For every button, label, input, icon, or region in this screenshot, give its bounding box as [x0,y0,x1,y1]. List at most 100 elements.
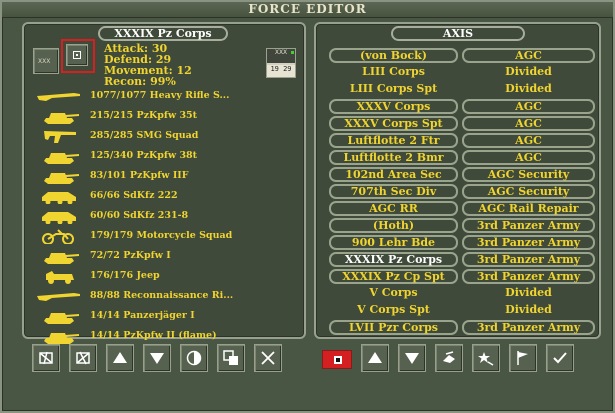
formation-row[interactable]: Luftflotte 2 Ftr AGC [325,132,599,149]
unit-type-button[interactable]: XXX [33,48,59,74]
formation-name[interactable]: XXXV Corps Spt [329,116,458,131]
formation-name[interactable]: (von Bock) [329,48,458,63]
unit-row[interactable]: 179/179 Motorcycle Squad [34,226,306,246]
formation-row[interactable]: (von Bock) AGC [325,47,599,64]
close-button[interactable] [254,344,282,372]
copy-icon [223,350,238,365]
split-unit-button[interactable] [32,344,60,372]
formation-move-up-button[interactable] [361,344,389,372]
formation-parent[interactable]: AGC Security [462,184,595,199]
move-up-button[interactable] [106,344,134,372]
formation-row[interactable]: XXXV Corps AGC [325,98,599,115]
unit-row[interactable]: 14/14 PzKpfw II (flame) [34,326,306,346]
window-title: FORCE EDITOR [2,2,613,18]
formation-name[interactable]: XXXV Corps [329,99,458,114]
formation-row[interactable]: 707th Sec Div AGC Security [325,183,599,200]
formation-name[interactable]: XXXIX Pz Corps [329,252,458,267]
formation-name[interactable]: LVII Pzr Corps [329,320,458,335]
armored-car-icon [42,192,76,204]
formation-row[interactable]: 900 Lehr Bde 3rd Panzer Army [325,234,599,251]
tank-icon [44,313,79,324]
formation-parent[interactable]: Divided [462,286,595,301]
formation-name[interactable]: LIII Corps [329,65,458,80]
formation-name[interactable]: LIII Corps Spt [329,82,458,97]
formation-row[interactable]: Luftflotte 2 Bmr AGC [325,149,599,166]
unit-label: 125/340 PzKpfw 38t [90,150,198,161]
move-down-button[interactable] [143,344,171,372]
unit-row[interactable]: 83/101 PzKpfw IIF [34,166,306,186]
formation-row[interactable]: LIII Corps Divided [325,64,599,81]
formation-name[interactable]: (Hoth) [329,218,458,233]
formation-parent[interactable]: 3rd Panzer Army [462,269,595,284]
jeep-icon [46,271,74,284]
unit-row[interactable]: 176/176 Jeep [34,266,306,286]
unit-row[interactable]: 72/72 PzKpfw I [34,246,306,266]
formation-name[interactable]: V Corps Spt [329,303,458,318]
formation-row[interactable]: LIII Corps Spt Divided [325,81,599,98]
formation-name[interactable]: AGC RR [329,201,458,216]
formation-name[interactable]: 102nd Area Sec [329,167,458,182]
hq-flag-button[interactable] [509,344,537,372]
rifle-icon [37,293,80,301]
motorcycle-icon [42,229,74,244]
formation-row[interactable]: AGC RR AGC Rail Repair [325,200,599,217]
formation-row[interactable]: (Hoth) 3rd Panzer Army [325,217,599,234]
formation-parent[interactable]: 3rd Panzer Army [462,252,595,267]
formation-row[interactable]: XXXIX Pz Cp Spt 3rd Panzer Army [325,268,599,285]
merge-unit-button[interactable] [69,344,97,372]
formation-parent[interactable]: Divided [462,303,595,318]
formation-parent[interactable]: AGC Rail Repair [462,201,595,216]
formation-parent[interactable]: AGC [462,48,595,63]
unit-label: 179/179 Motorcycle Squad [90,230,233,241]
unit-row[interactable]: 285/285 SMG Squad [34,126,306,146]
formation-name[interactable]: Luftflotte 2 Ftr [329,133,458,148]
move-down-icon [405,353,419,364]
formation-name[interactable]: 707th Sec Div [329,184,458,199]
formation-name[interactable]: V Corps [329,286,458,301]
formation-parent[interactable]: 3rd Panzer Army [462,235,595,250]
promote-button[interactable] [472,344,500,372]
formation-row[interactable]: V Corps Spt Divided [325,302,599,319]
formation-name-header[interactable]: XXXIX Pz Corps [98,26,228,41]
formation-row[interactable]: LVII Pzr Corps 3rd Panzer Army [325,319,599,336]
force-editor-window: FORCE EDITOR XXXIX Pz Corps XXX Attack: … [0,0,615,413]
formation-parent[interactable]: AGC Security [462,167,595,182]
status-led-icon [291,51,294,54]
unit-row[interactable]: 1077/1077 Heavy Rifle S... [34,86,306,106]
formation-name[interactable]: Luftflotte 2 Bmr [329,150,458,165]
formation-parent[interactable]: AGC [462,116,595,131]
formation-name[interactable]: 900 Lehr Bde [329,235,458,250]
formation-row[interactable]: XXXIX Pz Corps 3rd Panzer Army [325,251,599,268]
copy-button[interactable] [217,344,245,372]
unit-row[interactable]: 215/215 PzKpfw 35t [34,106,306,126]
unit-type-label: XXX [38,58,51,65]
axis-flag-button[interactable] [322,350,352,369]
formation-row[interactable]: XXXV Corps Spt AGC [325,115,599,132]
unit-label: 14/14 Panzerjäger I [90,310,195,321]
side-header[interactable]: AXIS [391,26,525,41]
formation-parent[interactable]: AGC [462,150,595,165]
formation-parent[interactable]: 3rd Panzer Army [462,320,595,335]
half-circle-button[interactable] [180,344,208,372]
disband-button[interactable] [435,344,463,372]
formation-move-down-button[interactable] [398,344,426,372]
formation-row[interactable]: V Corps Divided [325,285,599,302]
tank-icon [44,253,79,264]
focus-unit-button[interactable] [66,44,88,66]
formation-parent[interactable]: Divided [462,82,595,97]
unit-row[interactable]: 14/14 Panzerjäger I [34,306,306,326]
tank-icon [44,153,79,164]
formation-row[interactable]: 102nd Area Sec AGC Security [325,166,599,183]
formation-stats: Attack: 30 Defend: 29 Movement: 12 Recon… [104,43,254,87]
unit-row[interactable]: 125/340 PzKpfw 38t [34,146,306,166]
formation-name[interactable]: XXXIX Pz Cp Spt [329,269,458,284]
formation-parent[interactable]: AGC [462,99,595,114]
formation-parent[interactable]: 3rd Panzer Army [462,218,595,233]
formation-parent[interactable]: Divided [462,65,595,80]
unit-row[interactable]: 66/66 SdKfz 222 [34,186,306,206]
unit-row[interactable]: 88/88 Reconnaissance Ri... [34,286,306,306]
confirm-button[interactable] [546,344,574,372]
unit-row[interactable]: 60/60 SdKfz 231-8 [34,206,306,226]
target-icon [73,51,81,59]
formation-parent[interactable]: AGC [462,133,595,148]
